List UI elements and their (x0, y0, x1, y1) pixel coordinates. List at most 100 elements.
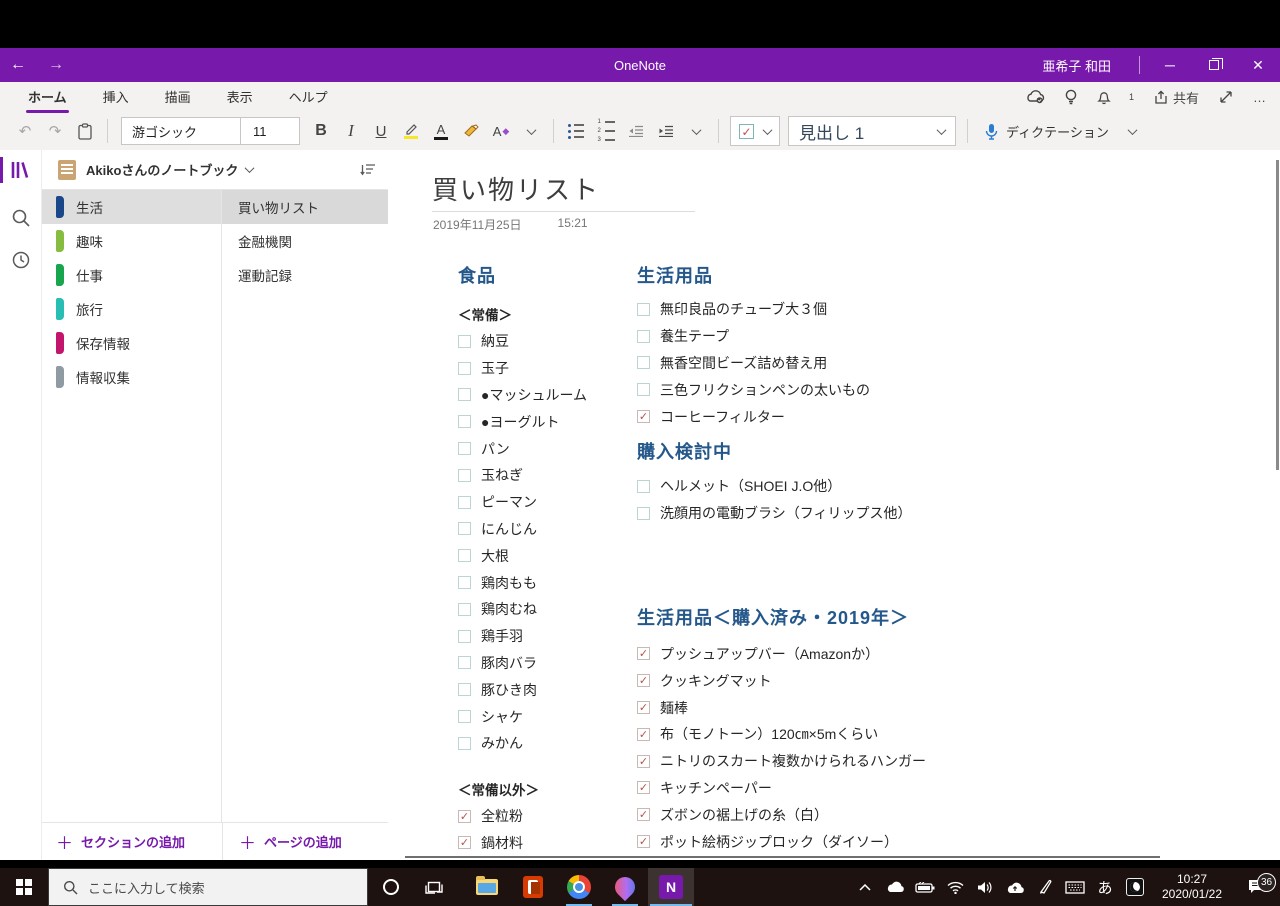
notebooks-button[interactable] (0, 150, 42, 190)
todo-checkbox[interactable] (637, 383, 650, 397)
todo-checkbox[interactable] (637, 506, 650, 520)
tab-view[interactable]: 表示 (209, 81, 271, 113)
todo-checkbox[interactable] (458, 602, 471, 616)
notifications-bell-icon[interactable] (1097, 90, 1111, 105)
notebook-header[interactable]: Akikoさんのノートブック (42, 150, 388, 190)
todo-checkbox[interactable] (458, 468, 471, 482)
fullview-icon[interactable] (1219, 90, 1233, 104)
indent-button[interactable] (651, 116, 681, 146)
font-more-chevron[interactable] (516, 116, 546, 146)
section-item[interactable]: 趣味 (42, 224, 221, 258)
forward-button[interactable]: → (48, 56, 64, 74)
todo-checkbox[interactable] (637, 302, 650, 316)
cortana-button[interactable] (368, 868, 414, 906)
font-size-select[interactable]: 11 (241, 124, 299, 139)
add-page-button[interactable]: ＋ ページの追加 (222, 823, 388, 860)
style-dropdown[interactable]: 見出し 1 (788, 116, 956, 146)
todo-checkbox[interactable] (458, 334, 471, 348)
tab-home[interactable]: ホーム (10, 81, 85, 113)
font-color-button[interactable]: A (426, 116, 456, 146)
todo-checkbox[interactable] (637, 329, 650, 343)
wifi-icon[interactable] (940, 881, 970, 894)
todo-checkbox[interactable] (458, 388, 471, 402)
todo-tag-dropdown[interactable]: ✓ (730, 116, 780, 146)
todo-checkbox[interactable]: ✓ (637, 410, 650, 424)
todo-checkbox[interactable] (458, 629, 471, 643)
back-button[interactable]: ← (10, 56, 26, 74)
close-button[interactable]: ✕ (1236, 48, 1280, 82)
sync-status-icon[interactable] (1025, 90, 1045, 104)
tab-help[interactable]: ヘルプ (271, 81, 346, 113)
clear-formatting-button[interactable]: A ◆ (486, 116, 516, 146)
pen-icon[interactable] (1030, 879, 1060, 895)
daily-goods-heading[interactable]: 生活用品 (637, 262, 1197, 288)
moon-app-icon[interactable] (1120, 878, 1150, 896)
hidden-icons-chevron[interactable] (850, 883, 880, 891)
maps-button[interactable] (602, 868, 648, 906)
restore-button[interactable] (1192, 48, 1236, 82)
todo-checkbox[interactable] (458, 495, 471, 509)
minimize-button[interactable]: ─ (1148, 48, 1192, 82)
onenote-button[interactable] (648, 868, 694, 906)
taskbar-clock[interactable]: 10:27 2020/01/22 (1150, 872, 1234, 902)
todo-checkbox[interactable]: ✓ (458, 809, 471, 823)
cloud-upload-icon[interactable] (1000, 881, 1030, 894)
chrome-button[interactable] (556, 868, 602, 906)
sort-pages-button[interactable] (360, 163, 376, 177)
considering-heading[interactable]: 購入検討中 (637, 438, 1197, 464)
bullet-list-button[interactable] (561, 116, 591, 146)
vertical-scrollbar[interactable] (1276, 160, 1279, 470)
todo-checkbox[interactable]: ✓ (637, 701, 650, 715)
todo-checkbox[interactable]: ✓ (637, 674, 650, 688)
todo-checkbox[interactable] (458, 683, 471, 697)
page-canvas[interactable]: 買い物リスト 2019年11月25日 15:21 食品 ＜常備＞ 納豆 玉子 ●… (388, 150, 1280, 860)
tab-draw[interactable]: 描画 (147, 81, 209, 113)
file-explorer-button[interactable] (464, 868, 510, 906)
account-name[interactable]: 亜希子 和田 (1042, 56, 1139, 75)
task-view-button[interactable] (414, 868, 454, 906)
todo-checkbox[interactable]: ✓ (637, 727, 650, 741)
section-item[interactable]: 仕事 (42, 258, 221, 292)
notebook-name[interactable]: Akikoさんのノートブック (86, 160, 238, 179)
font-name-select[interactable]: 游ゴシック (122, 122, 240, 141)
todo-checkbox[interactable]: ✓ (637, 808, 650, 822)
add-section-button[interactable]: ＋ セクションの追加 (42, 823, 222, 860)
italic-button[interactable]: I (336, 116, 366, 146)
todo-checkbox[interactable] (458, 549, 471, 563)
highlight-button[interactable] (396, 116, 426, 146)
undo-button[interactable]: ↶ (10, 116, 40, 146)
todo-checkbox[interactable] (458, 415, 471, 429)
taskbar-search[interactable]: ここに入力して検索 (48, 868, 368, 906)
battery-icon[interactable] (910, 881, 940, 893)
todo-checkbox[interactable] (458, 361, 471, 375)
todo-checkbox[interactable] (458, 576, 471, 590)
touch-keyboard-icon[interactable] (1060, 880, 1090, 894)
recent-notes-button[interactable] (0, 240, 42, 280)
search-button[interactable] (0, 198, 42, 238)
section-item[interactable]: 旅行 (42, 292, 221, 326)
share-button[interactable]: 共有 (1154, 88, 1199, 107)
more-options-icon[interactable]: … (1253, 90, 1266, 105)
redo-button[interactable]: ↷ (40, 116, 70, 146)
section-item[interactable]: 情報収集 (42, 360, 221, 394)
todo-checkbox[interactable] (637, 479, 650, 493)
paste-button[interactable] (70, 116, 100, 146)
todo-checkbox[interactable]: ✓ (637, 835, 650, 849)
todo-checkbox[interactable] (458, 522, 471, 536)
todo-checkbox[interactable] (458, 710, 471, 724)
todo-checkbox[interactable]: ✓ (458, 836, 471, 850)
volume-icon[interactable] (970, 881, 1000, 894)
tab-insert[interactable]: 挿入 (85, 81, 147, 113)
todo-checkbox[interactable]: ✓ (637, 781, 650, 795)
bold-button[interactable]: B (306, 116, 336, 146)
onedrive-icon[interactable] (880, 881, 910, 893)
page-item[interactable]: 金融機関 (222, 224, 388, 258)
page-item[interactable]: 運動記録 (222, 258, 388, 292)
todo-checkbox[interactable] (637, 356, 650, 370)
section-item[interactable]: 生活 (42, 190, 221, 224)
todo-checkbox[interactable]: ✓ (637, 647, 650, 661)
action-center-button[interactable]: 36 (1234, 873, 1280, 895)
page-item[interactable]: 買い物リスト (222, 190, 388, 224)
paragraph-more-chevron[interactable] (681, 116, 711, 146)
todo-checkbox[interactable] (458, 442, 471, 456)
